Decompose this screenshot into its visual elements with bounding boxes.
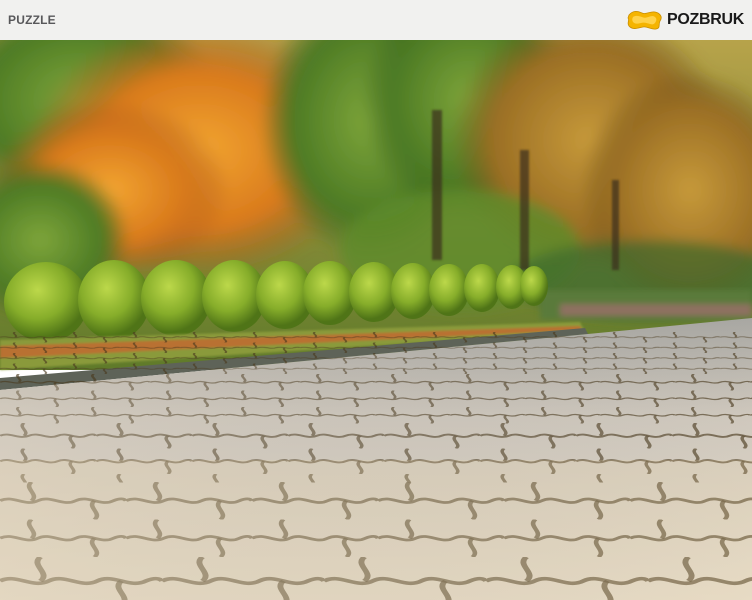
hero-photo (0, 40, 752, 600)
paved-park-path-photo (0, 40, 752, 600)
product-name: PUZZLE (8, 13, 56, 27)
pozbruk-logo-icon (626, 9, 664, 31)
brand[interactable]: POZBRUK (626, 8, 744, 32)
top-bar: PUZZLE POZBRUK (0, 0, 752, 40)
brand-name: POZBRUK (666, 11, 744, 28)
